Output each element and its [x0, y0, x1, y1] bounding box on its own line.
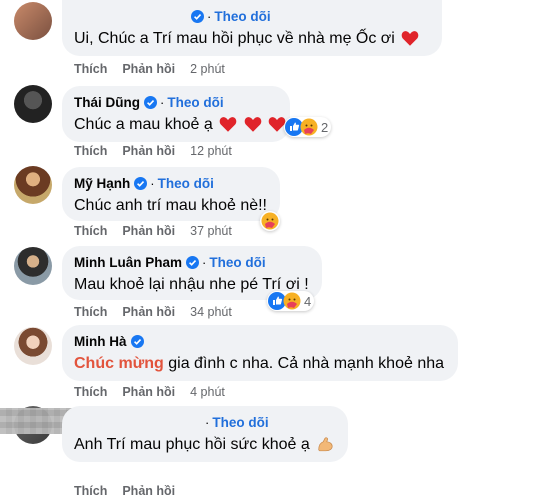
commenter-name[interactable]: Mỹ Hạnh [74, 176, 130, 191]
comment-actions: Thích Phản hồi [74, 484, 190, 498]
comment-actions: Thích Phản hồi 4 phút [74, 385, 240, 399]
comment-text: Chúc a mau khoẻ ạ [74, 114, 286, 136]
verified-badge-icon [134, 176, 148, 190]
follow-link[interactable]: Theo dõi [214, 9, 270, 24]
comment-text: Ui, Chúc a Trí mau hồi phục về nhà mẹ Ốc… [74, 28, 430, 50]
comment-bubble: · Theo dõi Ui, Chúc a Trí mau hồi phục v… [62, 0, 442, 56]
reaction-count: 4 [304, 293, 312, 309]
care-reaction-icon [283, 292, 301, 310]
commenter-name[interactable]: Minh Luân Pham [74, 255, 182, 270]
comment-text: Chúc mừng gia đình c nha. Cả nhà mạnh kh… [74, 355, 445, 372]
timestamp[interactable]: 34 phút [190, 305, 232, 319]
avatar[interactable] [14, 247, 52, 285]
comment-bubble: Mỹ Hạnh · Theo dõi Chúc anh trí mau khoẻ… [62, 167, 280, 221]
like-button[interactable]: Thích [74, 305, 107, 319]
care-reaction-icon [261, 212, 279, 230]
separator-dot: · [205, 414, 210, 430]
like-button[interactable]: Thích [74, 62, 107, 76]
comment-actions: Thích Phản hồi 37 phút [74, 224, 247, 238]
timestamp[interactable]: 4 phút [190, 385, 225, 399]
verified-badge-icon [191, 9, 204, 23]
avatar[interactable] [14, 166, 52, 204]
highlighted-text: Chúc mừng [74, 355, 164, 372]
separator-dot: · [150, 175, 155, 191]
like-button[interactable]: Thích [74, 484, 107, 498]
comment-actions: Thích Phản hồi 12 phút [74, 144, 247, 158]
timestamp[interactable]: 2 phút [190, 62, 225, 76]
flexed-biceps-icon [318, 437, 333, 452]
commenter-name[interactable]: Thái Dũng [74, 95, 140, 110]
comment-actions: Thích Phản hồi 2 phút [74, 62, 240, 76]
reaction-count: 2 [321, 119, 329, 135]
verified-badge-icon [186, 255, 199, 269]
comment-actions: Thích Phản hồi 34 phút [74, 305, 247, 319]
avatar[interactable] [14, 2, 52, 40]
verified-badge-icon [144, 95, 157, 109]
care-reaction-icon [300, 118, 318, 136]
like-button[interactable]: Thích [74, 144, 107, 158]
follow-link[interactable]: Theo dõi [167, 95, 223, 110]
reaction-summary[interactable]: 2 [284, 117, 332, 137]
commenter-name[interactable]: Minh Hà [74, 334, 127, 349]
like-button[interactable]: Thích [74, 224, 107, 238]
red-heart-icon [219, 117, 237, 132]
comment-text: Chúc anh trí mau khoẻ nè!! [74, 197, 267, 214]
separator-dot: · [202, 254, 207, 270]
comment-bubble: Minh Hà Chúc mừng gia đình c nha. Cả nhà… [62, 325, 458, 381]
reply-button[interactable]: Phản hồi [122, 385, 175, 399]
reaction-summary[interactable] [260, 211, 280, 231]
avatar[interactable] [14, 327, 52, 365]
reply-button[interactable]: Phản hồi [122, 305, 175, 319]
reply-button[interactable]: Phản hồi [122, 62, 175, 76]
reaction-summary[interactable]: 4 [267, 291, 315, 311]
comment-text: Anh Trí mau phục hồi sức khoẻ ạ [74, 434, 336, 456]
separator-dot: · [160, 94, 165, 110]
timestamp[interactable]: 12 phút [190, 144, 232, 158]
red-heart-icon [244, 117, 261, 132]
separator-dot: · [207, 8, 212, 24]
timestamp[interactable]: 37 phút [190, 224, 232, 238]
reply-button[interactable]: Phản hồi [122, 144, 175, 158]
reply-button[interactable]: Phản hồi [122, 224, 175, 238]
follow-link[interactable]: Theo dõi [158, 176, 214, 191]
verified-badge-icon [130, 334, 144, 348]
reply-button[interactable]: Phản hồi [122, 484, 175, 498]
comment-bubble: · Theo dõi Anh Trí mau phục hồi sức khoẻ… [62, 406, 348, 462]
follow-link[interactable]: Theo dõi [209, 255, 265, 270]
like-button[interactable]: Thích [74, 385, 107, 399]
red-heart-icon [402, 31, 419, 46]
avatar[interactable] [14, 85, 52, 123]
comment-bubble: Thái Dũng · Theo dõi Chúc a mau khoẻ ạ [62, 86, 290, 142]
follow-link[interactable]: Theo dõi [212, 415, 268, 430]
